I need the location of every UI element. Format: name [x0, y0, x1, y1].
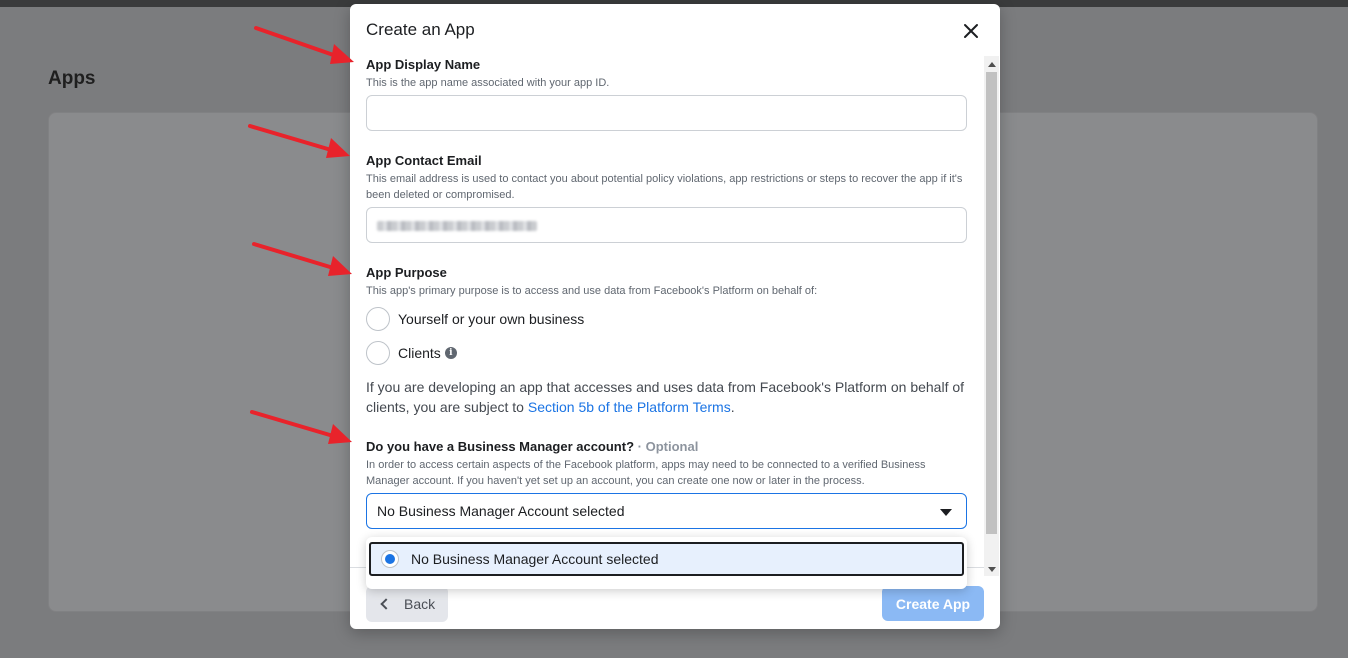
- select-value: No Business Manager Account selected: [377, 503, 625, 519]
- back-button[interactable]: Back: [366, 586, 448, 622]
- business-manager-dropdown: No Business Manager Account selected: [366, 537, 967, 589]
- caret-down-icon: [940, 509, 952, 516]
- dropdown-option-label: No Business Manager Account selected: [411, 551, 659, 567]
- business-manager-label: Do you have a Business Manager account? …: [366, 439, 698, 454]
- info-icon[interactable]: i: [444, 347, 457, 359]
- arrow-annotation-icon: [252, 242, 352, 276]
- display-name-input[interactable]: [366, 95, 967, 131]
- back-label: Back: [404, 596, 436, 612]
- arrow-annotation-icon: [248, 124, 350, 158]
- optional-tag: · Optional: [637, 439, 699, 454]
- chevron-left-icon: [380, 598, 392, 610]
- purpose-option-label: Clients: [398, 345, 441, 361]
- arrow-annotation-icon: [254, 26, 354, 64]
- redacted-email: [377, 221, 537, 231]
- purpose-option-clients[interactable]: Clients i: [366, 341, 457, 365]
- selected-radio-icon: [381, 550, 399, 568]
- display-name-label: App Display Name: [366, 57, 481, 72]
- display-name-description: This is the app name associated with you…: [366, 77, 610, 89]
- app-purpose-description: This app's primary purpose is to access …: [366, 285, 818, 297]
- create-app-modal: Create an App App Display Name This is t…: [350, 4, 1000, 629]
- purpose-option-yourself[interactable]: Yourself or your own business: [366, 307, 584, 331]
- close-icon[interactable]: [960, 20, 982, 42]
- scroll-down-icon[interactable]: [988, 567, 996, 572]
- arrow-annotation-icon: [250, 410, 352, 444]
- business-manager-question: Do you have a Business Manager account?: [366, 439, 635, 454]
- app-purpose-label: App Purpose: [366, 265, 447, 280]
- scroll-up-icon[interactable]: [988, 62, 996, 67]
- contact-email-label: App Contact Email: [366, 153, 482, 168]
- radio-button[interactable]: [366, 307, 390, 331]
- dropdown-option[interactable]: No Business Manager Account selected: [369, 542, 964, 576]
- purpose-note-suffix: .: [730, 399, 735, 415]
- contact-email-description: This email address is used to contact yo…: [366, 173, 963, 201]
- page-title: Apps: [48, 68, 96, 89]
- business-manager-select[interactable]: No Business Manager Account selected: [366, 493, 967, 529]
- platform-terms-link[interactable]: Section 5b of the Platform Terms: [528, 399, 731, 415]
- modal-scrollbar[interactable]: [984, 56, 999, 576]
- purpose-note: If you are developing an app that access…: [366, 377, 966, 417]
- scroll-thumb[interactable]: [986, 72, 997, 534]
- modal-title: Create an App: [366, 20, 475, 39]
- business-manager-description: In order to access certain aspects of th…: [366, 459, 926, 487]
- radio-button[interactable]: [366, 341, 390, 365]
- contact-email-input[interactable]: [366, 207, 967, 243]
- create-app-button[interactable]: Create App: [882, 586, 984, 621]
- purpose-option-label: Yourself or your own business: [398, 311, 585, 327]
